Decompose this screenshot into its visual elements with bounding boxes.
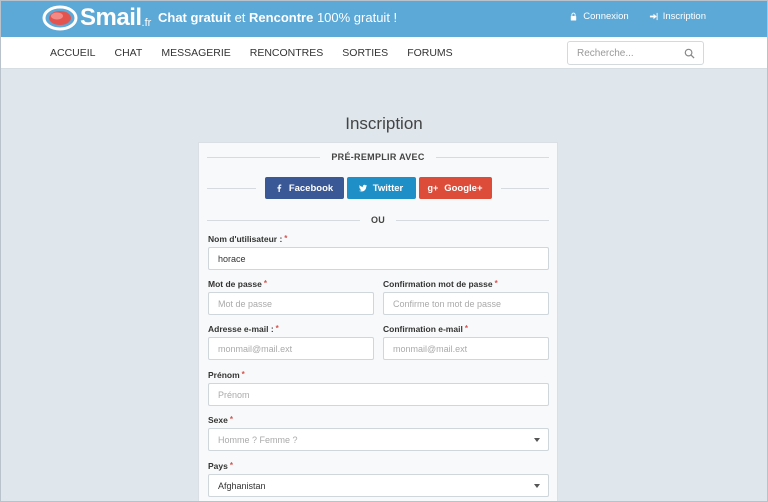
password-confirm-label-text: Confirmation mot de passe bbox=[383, 279, 493, 289]
gender-select[interactable]: Homme ? Femme ? bbox=[208, 428, 549, 451]
email-input[interactable] bbox=[208, 337, 374, 360]
password-confirm-label: Confirmation mot de passe * bbox=[383, 279, 498, 289]
chevron-down-icon bbox=[534, 484, 540, 488]
required-mark: * bbox=[263, 279, 267, 288]
google-plus-label: Google+ bbox=[444, 182, 483, 194]
country-label: Pays * bbox=[208, 461, 233, 471]
tagline-free: 100% gratuit ! bbox=[313, 10, 398, 25]
facebook-button[interactable]: Facebook bbox=[264, 177, 344, 199]
google-plus-icon: g+ bbox=[427, 183, 439, 193]
twitter-label: Twitter bbox=[372, 182, 404, 194]
username-label: Nom d'utilisateur : * bbox=[208, 234, 287, 244]
nav-item-sorties[interactable]: SORTIES bbox=[342, 47, 388, 59]
gender-label: Sexe * bbox=[208, 415, 233, 425]
nav-item-messagerie[interactable]: MESSAGERIE bbox=[161, 47, 230, 59]
google-plus-button[interactable]: g+ Google+ bbox=[418, 177, 492, 199]
tagline-chat: Chat gratuit bbox=[158, 10, 231, 25]
divider-line bbox=[396, 219, 550, 221]
password-confirm-input[interactable] bbox=[383, 292, 549, 315]
firstname-label-text: Prénom bbox=[208, 370, 240, 380]
divider-line bbox=[500, 187, 549, 189]
nav-item-chat[interactable]: CHAT bbox=[115, 47, 143, 59]
password-label-text: Mot de passe bbox=[208, 279, 262, 289]
prefill-label: PRÉ-REMPLIR AVEC bbox=[331, 152, 425, 162]
or-divider: OU bbox=[207, 213, 550, 227]
required-mark: * bbox=[229, 415, 233, 424]
twitter-icon bbox=[358, 184, 367, 192]
search-icon[interactable] bbox=[684, 48, 695, 59]
gender-select-value: Homme ? Femme ? bbox=[218, 434, 298, 445]
logo-swirl-icon bbox=[42, 5, 78, 31]
main-nav: ACCUEIL CHAT MESSAGERIE RENCONTRES SORTI… bbox=[0, 37, 768, 69]
tagline-and: et bbox=[230, 10, 250, 25]
email-confirm-input[interactable] bbox=[383, 337, 549, 360]
connexion-label: Connexion bbox=[583, 11, 629, 22]
social-buttons-row: Facebook Twitter g+ Google+ bbox=[207, 177, 549, 199]
divider-line bbox=[435, 156, 549, 158]
facebook-icon bbox=[277, 184, 282, 192]
required-mark: * bbox=[284, 234, 288, 243]
email-confirm-label-text: Confirmation e-mail bbox=[383, 324, 463, 334]
chevron-down-icon bbox=[534, 438, 540, 442]
required-mark: * bbox=[241, 370, 245, 379]
required-mark: * bbox=[464, 324, 468, 333]
country-label-text: Pays bbox=[208, 461, 228, 471]
gender-label-text: Sexe bbox=[208, 415, 228, 425]
nav-item-forums[interactable]: FORUMS bbox=[407, 47, 453, 59]
email-label: Adresse e-mail : * bbox=[208, 324, 279, 334]
required-mark: * bbox=[275, 324, 279, 333]
search-box bbox=[567, 41, 704, 65]
email-confirm-label: Confirmation e-mail * bbox=[383, 324, 468, 334]
firstname-label: Prénom * bbox=[208, 370, 245, 380]
divider-line bbox=[207, 187, 256, 189]
country-select-value: Afghanistan bbox=[218, 480, 266, 491]
nav-item-rencontres[interactable]: RENCONTRES bbox=[250, 47, 324, 59]
divider-line bbox=[207, 156, 321, 158]
email-label-text: Adresse e-mail : bbox=[208, 324, 274, 334]
username-label-text: Nom d'utilisateur : bbox=[208, 234, 283, 244]
search-input[interactable] bbox=[568, 42, 678, 64]
username-input[interactable] bbox=[208, 247, 549, 270]
country-select[interactable]: Afghanistan bbox=[208, 474, 549, 497]
lock-icon bbox=[571, 12, 577, 21]
inscription-label: Inscription bbox=[662, 11, 706, 22]
sign-in-icon bbox=[649, 12, 658, 21]
connexion-link[interactable]: Connexion bbox=[569, 11, 629, 22]
nav-item-accueil[interactable]: ACCUEIL bbox=[50, 47, 96, 59]
twitter-button[interactable]: Twitter bbox=[346, 177, 416, 199]
inscription-link[interactable]: Inscription bbox=[649, 11, 706, 22]
facebook-label: Facebook bbox=[288, 182, 334, 194]
account-links: Connexion Inscription bbox=[569, 11, 706, 22]
firstname-input[interactable] bbox=[208, 383, 549, 406]
tagline: Chat gratuit et Rencontre 100% gratuit ! bbox=[158, 10, 397, 25]
logo-tld: .fr bbox=[141, 17, 152, 29]
site-logo[interactable]: Smail .fr bbox=[42, 3, 151, 33]
nav-items: ACCUEIL CHAT MESSAGERIE RENCONTRES SORTI… bbox=[50, 37, 453, 69]
prefill-divider: PRÉ-REMPLIR AVEC bbox=[207, 150, 549, 164]
logo-text: Smail bbox=[80, 4, 142, 31]
required-mark: * bbox=[229, 461, 233, 470]
social-buttons: Facebook Twitter g+ Google+ bbox=[256, 177, 501, 199]
divider-line bbox=[207, 219, 360, 221]
password-input[interactable] bbox=[208, 292, 374, 315]
required-mark: * bbox=[494, 279, 498, 288]
page-title: Inscription bbox=[345, 114, 423, 133]
registration-form: PRÉ-REMPLIR AVEC Facebook Twitter g+ Goo… bbox=[198, 142, 558, 502]
tagline-rencontre: Rencontre bbox=[249, 10, 314, 25]
or-label: OU bbox=[370, 215, 386, 225]
password-label: Mot de passe * bbox=[208, 279, 267, 289]
top-bar: Smail .fr Chat gratuit et Rencontre 100%… bbox=[0, 0, 768, 37]
